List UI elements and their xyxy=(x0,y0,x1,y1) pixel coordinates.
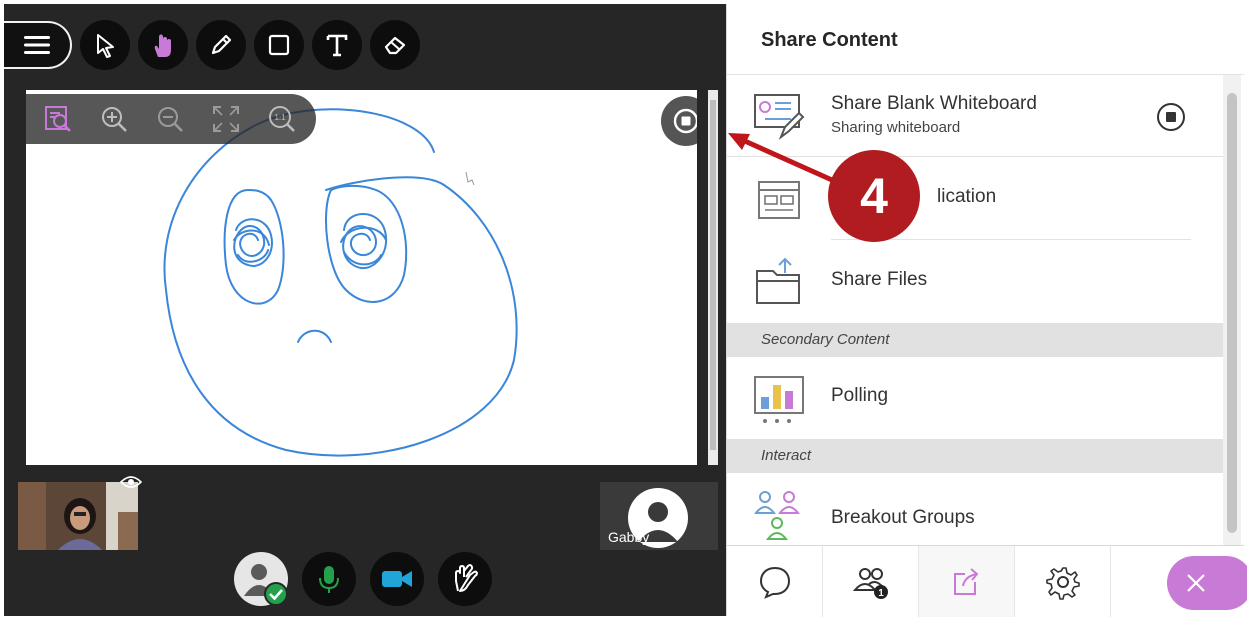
section-label-secondary: Secondary Content xyxy=(761,331,890,348)
rectangle-icon xyxy=(268,34,290,56)
attendees-icon: 1 xyxy=(852,567,888,599)
my-status-button[interactable] xyxy=(234,552,288,606)
step-number-badge: 4 xyxy=(828,150,920,242)
zoom-controls: 1:1 xyxy=(26,94,316,144)
share-application-label: lication xyxy=(937,186,997,207)
raise-hand-icon xyxy=(455,564,478,592)
settings-tab[interactable] xyxy=(1015,546,1111,617)
panel-scrollbar[interactable] xyxy=(1223,75,1241,545)
share-content-tab[interactable] xyxy=(919,546,1015,617)
expand-icon xyxy=(213,106,239,132)
annotation-arrow-icon xyxy=(728,133,834,183)
microphone-icon xyxy=(319,566,339,593)
raise-hand-button[interactable] xyxy=(438,552,492,606)
section-header-interact: Interact xyxy=(727,439,1223,473)
zoom-out-button[interactable] xyxy=(142,97,198,141)
section-header-secondary: Secondary Content xyxy=(727,323,1223,357)
stop-whiteboard-share-button[interactable] xyxy=(1155,101,1187,133)
panel-bottom-nav: 1 xyxy=(727,545,1247,617)
self-video-image xyxy=(18,482,138,550)
polling-item[interactable]: Polling xyxy=(727,357,1223,439)
user-status-icon xyxy=(244,564,288,606)
whiteboard-toolbar xyxy=(4,16,428,74)
canvas-scrollbar[interactable] xyxy=(708,90,718,465)
actual-size-button[interactable]: 1:1 xyxy=(254,97,310,141)
breakout-groups-icon xyxy=(753,491,801,540)
camera-button[interactable] xyxy=(370,552,424,606)
share-content-panel: Share Content Share Blank Whiteboard Sha… xyxy=(726,4,1247,617)
attendee-count-badge: 1 xyxy=(878,588,884,599)
attendees-tab[interactable]: 1 xyxy=(823,546,919,617)
section-label-interact: Interact xyxy=(761,447,812,464)
shape-tool-button[interactable] xyxy=(254,20,304,70)
breakout-groups-label: Breakout Groups xyxy=(831,507,975,528)
sharing-status-label: Sharing whiteboard xyxy=(831,119,961,136)
microphone-button[interactable] xyxy=(302,552,356,606)
zoom-in-button[interactable] xyxy=(86,97,142,141)
share-blank-whiteboard-label: Share Blank Whiteboard xyxy=(831,93,1037,114)
poll-chart-icon xyxy=(754,376,804,423)
participant-tile[interactable]: Gabby xyxy=(600,482,718,550)
zoom-in-icon xyxy=(102,107,127,132)
close-icon xyxy=(1187,574,1205,592)
share-icon xyxy=(953,567,978,595)
text-tool-button[interactable] xyxy=(312,20,362,70)
zoom-out-icon xyxy=(158,107,183,132)
text-icon xyxy=(326,34,348,57)
panel-title: Share Content xyxy=(761,29,898,51)
zoom-panel-icon xyxy=(45,106,71,132)
self-video-tile[interactable] xyxy=(18,482,138,550)
whiteboard-canvas[interactable]: 1:1 xyxy=(26,90,697,465)
folder-upload-icon xyxy=(756,257,800,304)
hamburger-icon xyxy=(24,36,50,54)
polling-label: Polling xyxy=(831,385,889,406)
stop-icon xyxy=(673,108,697,134)
app-root: 1:1 Gabby Share Content Share Blank Whit… xyxy=(0,0,1247,618)
chat-bubble-icon xyxy=(759,566,790,599)
select-tool-button[interactable] xyxy=(80,20,130,70)
gear-icon xyxy=(1045,566,1080,600)
pencil-icon xyxy=(211,34,232,55)
pan-tool-button[interactable] xyxy=(138,20,188,70)
zoom-panel-toggle[interactable] xyxy=(30,97,86,141)
share-files-label: Share Files xyxy=(831,269,928,290)
breakout-groups-item[interactable]: Breakout Groups xyxy=(727,473,1223,545)
whiteboard-drawing xyxy=(163,108,518,457)
participant-name: Gabby xyxy=(608,529,650,545)
zoom-actual-size-icon: 1:1 xyxy=(269,106,295,132)
menu-button[interactable] xyxy=(4,21,72,69)
pan-hand-icon xyxy=(154,34,171,57)
eraser-tool-button[interactable] xyxy=(370,20,420,70)
session-stage: 1:1 Gabby xyxy=(4,4,726,616)
close-panel-button[interactable] xyxy=(1167,556,1247,610)
fit-screen-button[interactable] xyxy=(198,97,254,141)
pencil-tool-button[interactable] xyxy=(196,20,246,70)
actual-size-label: 1:1 xyxy=(274,113,286,122)
eye-icon[interactable] xyxy=(120,474,142,490)
eraser-icon xyxy=(384,36,406,55)
chat-tab[interactable] xyxy=(727,546,823,617)
session-controls xyxy=(234,552,506,606)
select-arrow-icon xyxy=(97,34,114,58)
stop-icon xyxy=(1157,103,1185,131)
video-camera-icon xyxy=(382,571,412,587)
share-files-item[interactable]: Share Files xyxy=(727,241,1223,323)
